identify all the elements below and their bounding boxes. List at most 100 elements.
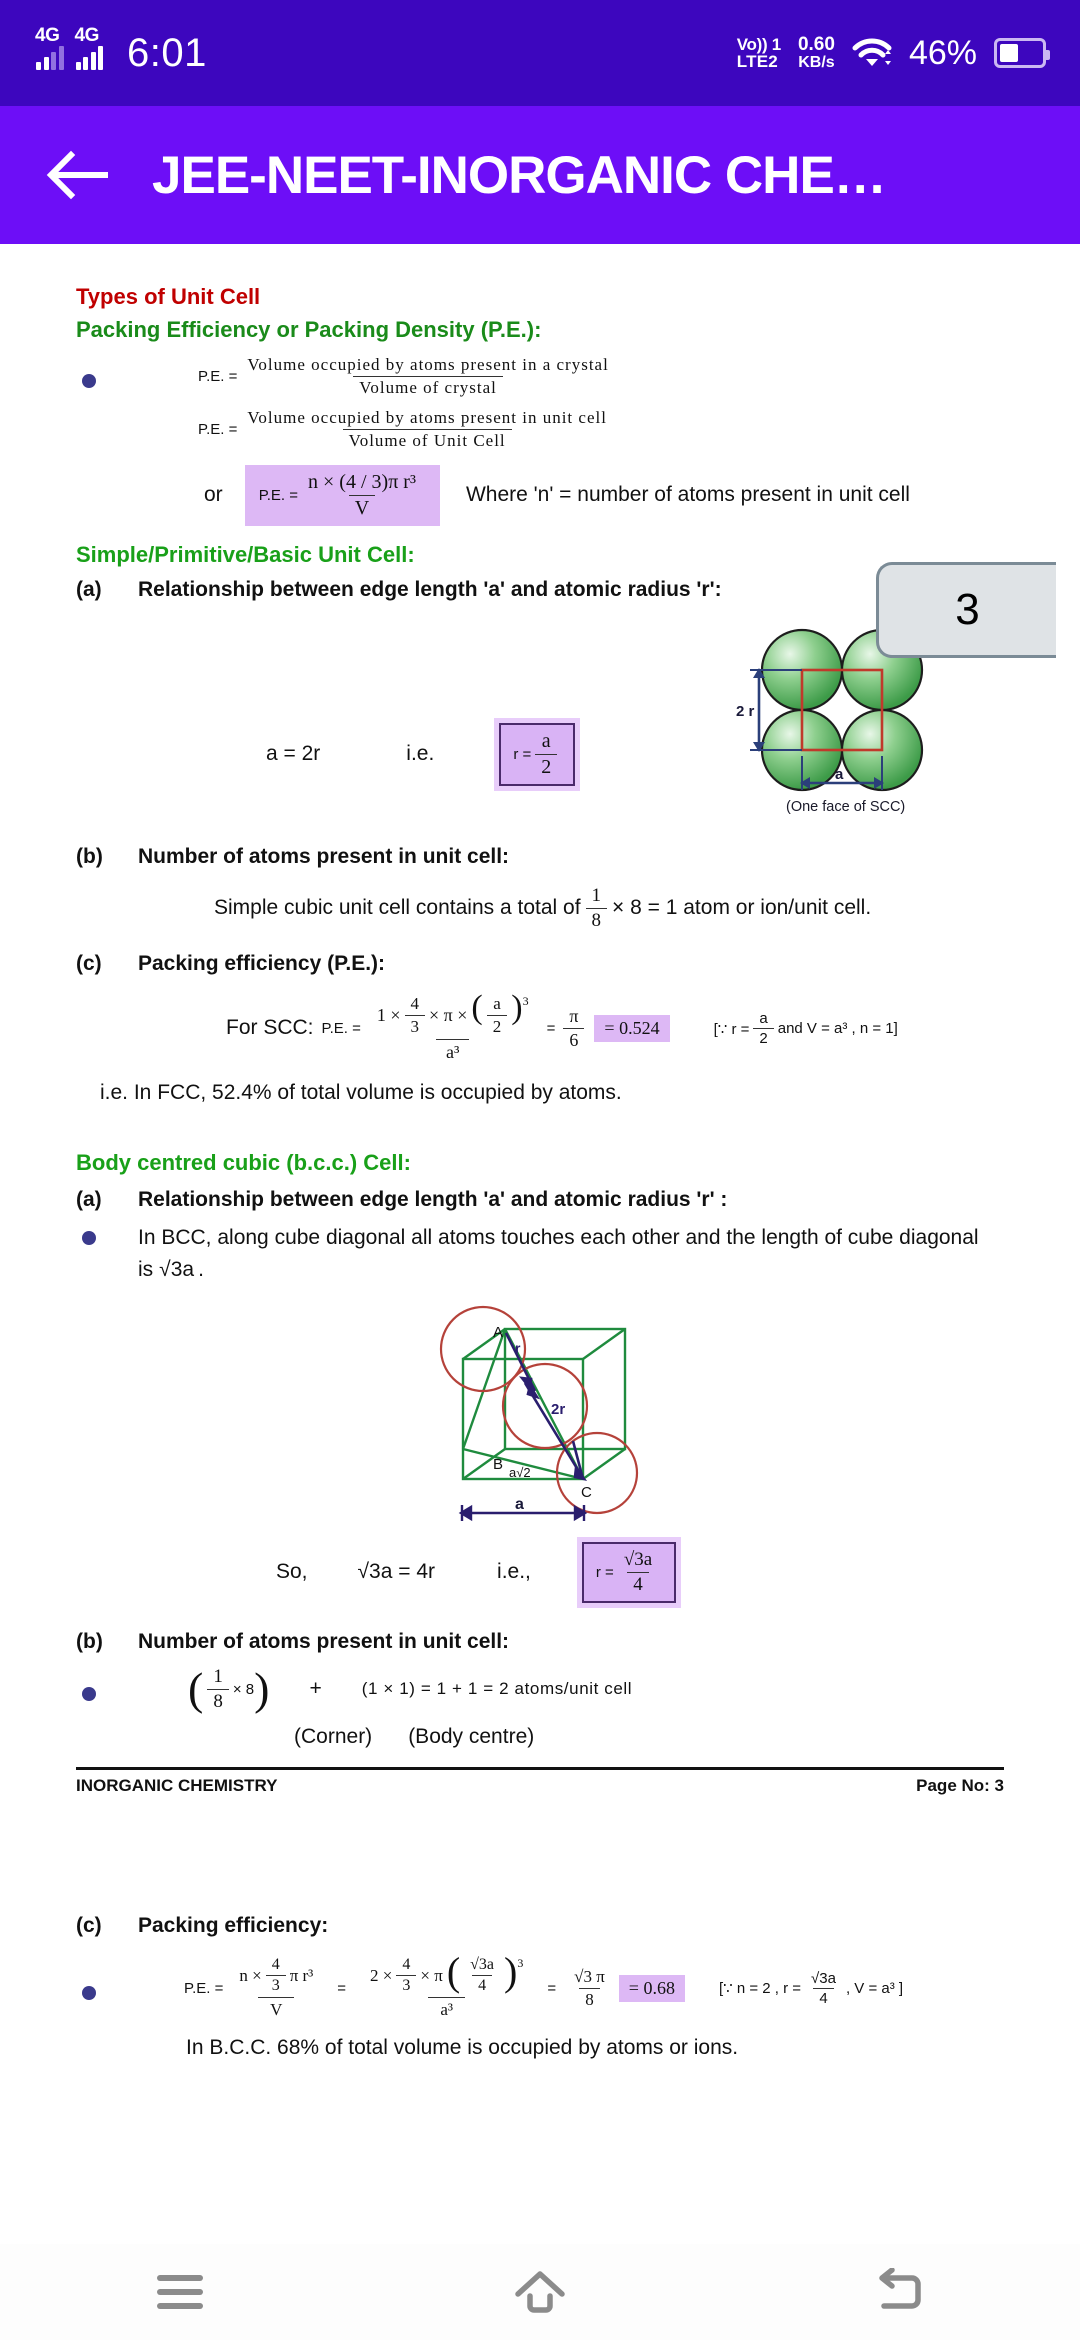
bcc-ie: i.e., (497, 1559, 531, 1583)
pe-formula-3-denominator: V (348, 495, 376, 520)
page-title: JEE-NEET-INORGANIC CHE… (152, 145, 886, 205)
section-heading-packing-efficiency: Packing Efficiency or Packing Density (P… (76, 317, 542, 342)
bcc-c-f1-num-frac-d: 3 (265, 1975, 286, 1995)
bcc-c-f2-paren-exp: 3 (517, 1956, 524, 1971)
scc-c-result-highlight: = 0.524 (594, 1015, 670, 1042)
status-bar: 4G 4G 6:01 Vo)) 1 LTE2 0.60 KB/s 46% (0, 0, 1080, 106)
bcc-c-f1-num-lead: n × (239, 1965, 262, 1985)
scc-c-paren-den: 2 (486, 1015, 508, 1037)
bcc-b-plus: + (309, 1676, 322, 1700)
bcc-a-bullet-line2-post: . (198, 1258, 204, 1282)
bcc-c-result-highlight: = 0.68 (618, 1974, 685, 2002)
page-number-indicator: 3 (876, 562, 1056, 658)
bcc-c-f2-den: a³ (428, 1997, 466, 2020)
scc-c-prefix: For SCC: (226, 1016, 314, 1040)
scc-item-a-label: (a) (76, 578, 102, 601)
status-bar-right: Vo)) 1 LTE2 0.60 KB/s 46% (736, 33, 1050, 73)
scc-b-sentence-post: × 8 = 1 atom or ion/unit cell. (612, 896, 872, 920)
pe-formula-3-note: Where 'n' = number of atoms present in u… (465, 483, 910, 507)
network-type-sim1: 4G (35, 25, 60, 46)
page-gap (76, 1796, 1004, 1915)
bcc-item-a-text: Relationship between edge length 'a' and… (138, 1187, 728, 1211)
bcc-item-a-label: (a) (76, 1187, 102, 1211)
bcc-label-A: A (493, 1324, 503, 1341)
pe-formula-1-label: P.E. = (198, 368, 238, 385)
bcc-c-f1-den: V (258, 1997, 295, 2020)
bcc-item-c-label: (c) (76, 1914, 102, 1938)
pe-formula-2-numerator: Volume occupied by atoms present in unit… (247, 408, 607, 427)
scc-diagram-label-a: a (835, 766, 844, 783)
bcc-boxed-r: r = (595, 1563, 614, 1581)
scc-item-b-text: Number of atoms present in unit cell: (138, 845, 510, 868)
scc-c-paren-exp: 3 (522, 994, 529, 1008)
bcc-c-eq2: = (547, 1979, 557, 1997)
pe-formula-1-numerator: Volume occupied by atoms present in a cr… (247, 355, 609, 374)
home-icon[interactable] (485, 2257, 595, 2327)
bcc-c-f2-num-mid: × π (420, 1965, 443, 1985)
bcc-c-f2-paren-den: 4 (472, 1975, 493, 1995)
scc-c-res-den: 6 (563, 1028, 585, 1051)
scc-c-res-num: π (569, 1006, 579, 1026)
bcc-a-bullet-line2-pre: is (138, 1258, 154, 1282)
bcc-label-r: r (515, 1340, 521, 1356)
bcc-label-a-sqrt2: a√2 (509, 1465, 531, 1480)
network-type-sim2: 4G (74, 25, 100, 46)
network-speed-indicator: 0.60 KB/s (797, 33, 835, 72)
scc-boxed-den: 2 (535, 754, 558, 779)
bcc-label-C: C (581, 1484, 592, 1501)
scc-boxed-r: r = (513, 746, 532, 763)
scc-c-summary: i.e. In FCC, 52.4% of total volume is oc… (100, 1081, 622, 1104)
scc-boxed-num: a (541, 730, 551, 752)
system-navigation-bar (0, 2244, 1080, 2340)
footer-subject: INORGANIC CHEMISTRY (76, 1776, 278, 1796)
signal-bars-sim1 (36, 44, 64, 70)
section-heading-simple-unit-cell: Simple/Primitive/Basic Unit Cell: (76, 542, 415, 567)
back-arrow-icon[interactable] (40, 138, 114, 212)
network-speed-value: 0.60 (797, 33, 835, 55)
battery-icon (994, 38, 1050, 68)
bullet-point (82, 374, 96, 388)
document-viewer[interactable]: 3 Types of Unit Cell Packing Efficiency … (0, 244, 1080, 2244)
scc-diagram-label-2r: 2 r (736, 703, 755, 720)
section-heading-bcc: Body centred cubic (b.c.c.) Cell: (76, 1149, 411, 1175)
app-bar: JEE-NEET-INORGANIC CHE… (0, 106, 1080, 244)
scc-c-num-lead: 1 × (376, 1005, 401, 1025)
scc-c-cond-den: 2 (753, 1028, 774, 1047)
back-icon[interactable] (845, 2257, 955, 2327)
bcc-a-bullet-line1: In BCC, along cube diagonal all atoms to… (138, 1225, 979, 1249)
bcc-c-summary: In B.C.C. 68% of total volume is occupie… (186, 2036, 739, 2060)
scc-c-condition-pre: [∵ r = (713, 1020, 750, 1038)
scc-diagram-caption: (One face of SCC) (786, 799, 905, 815)
pe-formula-2-label: P.E. = (198, 421, 238, 438)
scc-c-condition-post: and V = a³ , n = 1] (777, 1020, 898, 1037)
scc-b-frac-num: 1 (591, 885, 602, 906)
bcc-c-f2-paren-num: √3a (470, 1956, 495, 1974)
bcc-c-condition-pre: [∵ n = 2 , r = (718, 1980, 802, 1998)
menu-icon[interactable] (125, 2257, 235, 2327)
signal-icon-sim2: 4G (74, 25, 103, 70)
pe-formula-3-numerator: n × (4 / 3)π r³ (308, 471, 416, 493)
bcc-b-rest: (1 × 1) = 1 + 1 = 2 atoms/unit cell (361, 1679, 633, 1699)
scc-ie: i.e. (406, 742, 435, 766)
bcc-c-f1-num-tail: π r³ (289, 1965, 314, 1985)
bullet-point (82, 1686, 96, 1701)
scc-c-paren-num: a (493, 994, 501, 1013)
volte-line-2: LTE2 (736, 52, 778, 71)
pe-formula-2-denominator: Volume of Unit Cell (342, 429, 512, 451)
scc-c-den: a³ (436, 1039, 470, 1063)
scc-c-cond-num: a (759, 1010, 768, 1027)
bcc-c-f2-num-frac-d: 3 (396, 1975, 417, 1995)
bcc-b-frac-mul: × 8 (232, 1680, 255, 1698)
scc-item-c-text: Packing efficiency (P.E.): (138, 952, 386, 975)
bcc-c-f2-num-lead: 2 × (370, 1965, 393, 1985)
pe-formula-3-label: P.E. = (258, 487, 299, 504)
scc-item-b-label: (b) (76, 845, 103, 868)
network-speed-unit: KB/s (798, 53, 835, 71)
signal-bars-sim2 (75, 44, 103, 70)
bullet-point (82, 1985, 96, 2000)
scc-relation: a = 2r (266, 742, 321, 766)
scc-item-a-text: Relationship between edge length 'a' and… (138, 578, 722, 601)
scc-b-frac-den: 8 (585, 908, 608, 932)
scc-c-num-frac-n: 4 (410, 994, 420, 1013)
bcc-item-b-label: (b) (76, 1629, 103, 1653)
